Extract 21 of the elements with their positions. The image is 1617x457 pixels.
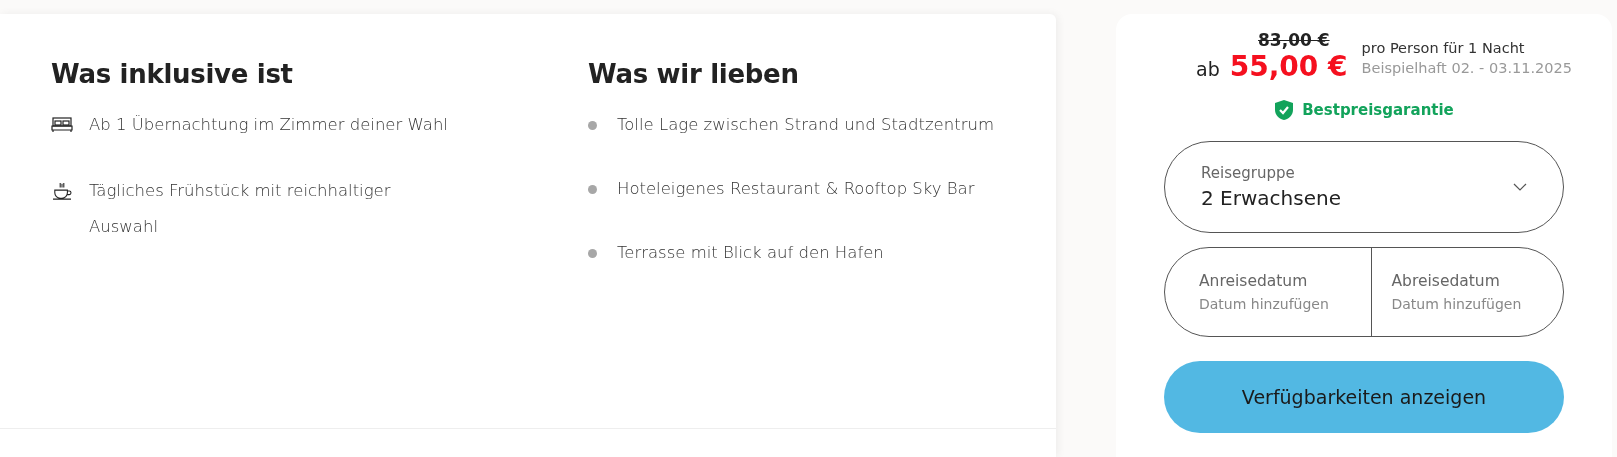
inclusion-text: Ab 1 Übernachtung im Zimmer deiner Wahl xyxy=(89,114,449,136)
price-note: pro Person für 1 Nacht xyxy=(1361,40,1526,56)
guarantee-label: Bestpreisgarantie xyxy=(1302,101,1454,119)
section-heading: Was inklusive ist xyxy=(51,59,294,89)
chevron-down-icon xyxy=(1513,183,1527,191)
cup-icon xyxy=(51,182,73,200)
highlight-text: Terrasse mit Blick auf den Hafen xyxy=(617,242,885,264)
bed-icon xyxy=(51,116,73,134)
example-dates: Beispielhaft 02. - 03.11.2025 xyxy=(1361,60,1572,76)
highlight-text: Tolle Lage zwischen Strand und Stadtzentrum xyxy=(617,114,995,136)
inclusion-text: Tägliches Frühstück mit reichhaltiger Auswahl xyxy=(89,180,392,238)
show-availability-button[interactable]: Verfügbarkeiten anzeigen xyxy=(1164,361,1564,433)
price-prefix: ab xyxy=(1196,58,1220,80)
shield-check-icon xyxy=(1274,99,1295,121)
bullet-icon xyxy=(588,249,597,258)
price: 55,00 € xyxy=(1229,50,1348,83)
bullet-icon xyxy=(588,185,597,194)
section-heading: Was wir lieben xyxy=(588,59,800,89)
bullet-icon xyxy=(588,121,597,130)
old-price: 83,00 € xyxy=(1258,30,1330,50)
highlight-text: Hoteleigenes Restaurant & Rooftop Sky Bar xyxy=(617,178,976,200)
